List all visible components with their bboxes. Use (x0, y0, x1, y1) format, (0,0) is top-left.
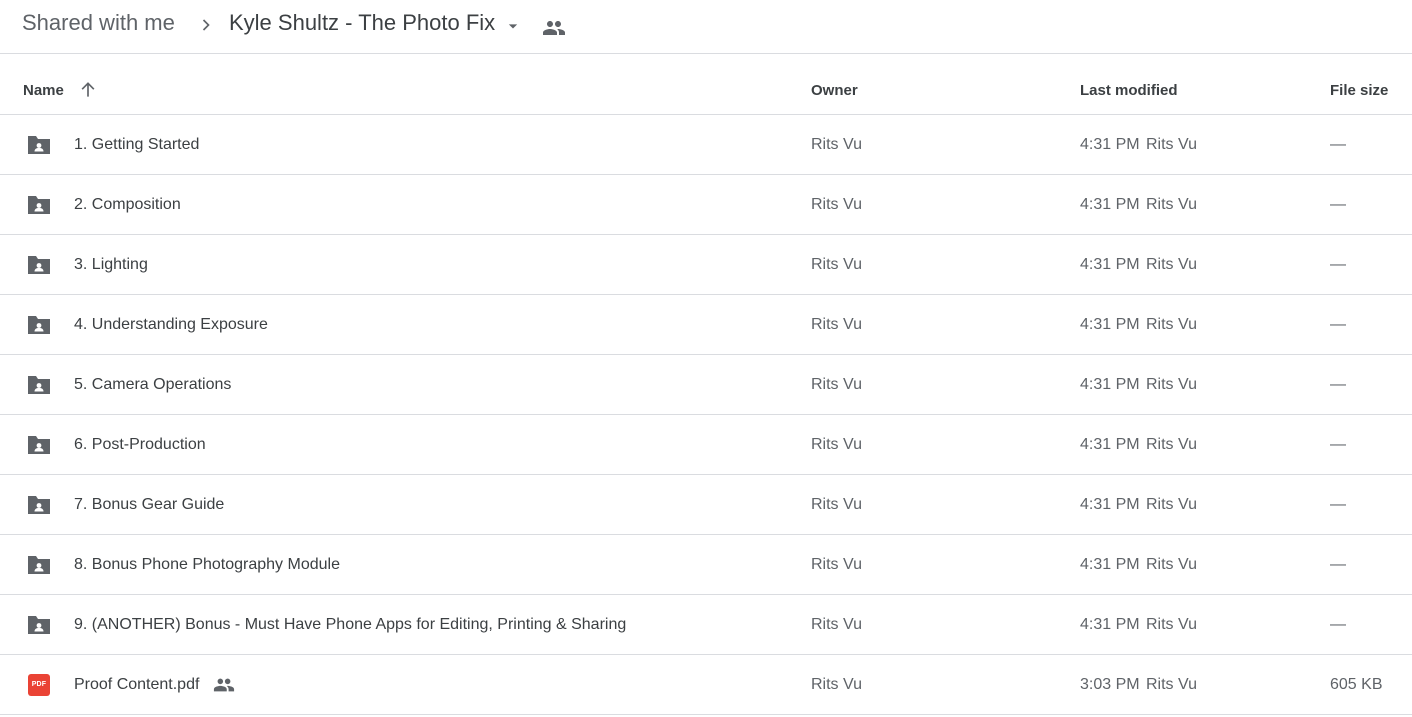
file-name[interactable]: Proof Content.pdf (74, 676, 199, 694)
shared-folder-icon (28, 556, 50, 574)
file-row[interactable]: 4. Understanding Exposure Rits Vu 4:31 P… (0, 295, 1412, 355)
file-owner: Rits Vu (811, 256, 862, 273)
file-name[interactable]: 5. Camera Operations (74, 376, 231, 394)
file-row[interactable]: 2. Composition Rits Vu 4:31 PM Rits Vu — (0, 175, 1412, 235)
column-header-row: Name Owner Last modified File size (0, 55, 1412, 115)
file-modified-by: Rits Vu (1146, 496, 1197, 513)
sort-ascending-arrow-icon[interactable] (78, 80, 98, 100)
chevron-right-icon (202, 19, 210, 31)
file-row[interactable]: 1. Getting Started Rits Vu 4:31 PM Rits … (0, 115, 1412, 175)
file-size: — (1330, 196, 1346, 213)
file-size: — (1330, 256, 1346, 273)
file-owner: Rits Vu (811, 616, 862, 633)
file-size: — (1330, 556, 1346, 573)
column-header-owner: Owner (811, 82, 858, 99)
pdf-icon: PDF (28, 674, 50, 696)
file-size: — (1330, 376, 1346, 393)
file-size: — (1330, 616, 1346, 633)
file-row[interactable]: 8. Bonus Phone Photography Module Rits V… (0, 535, 1412, 595)
file-name[interactable]: 2. Composition (74, 196, 181, 214)
file-row[interactable]: 5. Camera Operations Rits Vu 4:31 PM Rit… (0, 355, 1412, 415)
file-modified-time: 4:31 PM (1080, 376, 1140, 393)
file-owner: Rits Vu (811, 136, 862, 153)
file-row[interactable]: 6. Post-Production Rits Vu 4:31 PM Rits … (0, 415, 1412, 475)
file-list: 1. Getting Started Rits Vu 4:31 PM Rits … (0, 115, 1412, 715)
file-modified-time: 4:31 PM (1080, 436, 1140, 453)
file-name[interactable]: 8. Bonus Phone Photography Module (74, 556, 340, 574)
file-modified-by: Rits Vu (1146, 376, 1197, 393)
file-name[interactable]: 4. Understanding Exposure (74, 316, 268, 334)
file-name[interactable]: 7. Bonus Gear Guide (74, 496, 224, 514)
file-modified-by: Rits Vu (1146, 136, 1197, 153)
shared-folder-icon (28, 436, 50, 454)
file-modified-by: Rits Vu (1146, 196, 1197, 213)
file-modified-time: 4:31 PM (1080, 316, 1140, 333)
breadcrumb-shared-with-me[interactable]: Shared with me (22, 10, 175, 36)
breadcrumb: Shared with me Kyle Shultz - The Photo F… (0, 0, 1412, 54)
shared-folder-icon (28, 496, 50, 514)
file-modified-time: 4:31 PM (1080, 136, 1140, 153)
file-name[interactable]: 3. Lighting (74, 256, 148, 274)
caret-down-icon[interactable] (503, 16, 523, 36)
shared-folder-icon (28, 136, 50, 154)
file-size: — (1330, 436, 1346, 453)
breadcrumb-current-folder[interactable]: Kyle Shultz - The Photo Fix (229, 10, 495, 36)
file-row[interactable]: 7. Bonus Gear Guide Rits Vu 4:31 PM Rits… (0, 475, 1412, 535)
file-modified-time: 4:31 PM (1080, 256, 1140, 273)
file-modified-by: Rits Vu (1146, 556, 1197, 573)
file-row[interactable]: PDF Proof Content.pdf Rits Vu 3:03 PM Ri… (0, 655, 1412, 715)
file-modified-time: 4:31 PM (1080, 496, 1140, 513)
file-owner: Rits Vu (811, 676, 862, 693)
people-icon (543, 21, 565, 35)
file-modified-by: Rits Vu (1146, 676, 1197, 693)
file-size: — (1330, 136, 1346, 153)
file-owner: Rits Vu (811, 376, 862, 393)
file-modified-time: 4:31 PM (1080, 556, 1140, 573)
file-size: — (1330, 316, 1346, 333)
file-name[interactable]: 6. Post-Production (74, 436, 206, 454)
shared-folder-icon (28, 196, 50, 214)
column-header-name[interactable]: Name (23, 82, 64, 99)
file-owner: Rits Vu (811, 496, 862, 513)
shared-folder-icon (28, 616, 50, 634)
file-modified-by: Rits Vu (1146, 436, 1197, 453)
file-owner: Rits Vu (811, 556, 862, 573)
people-icon (213, 678, 235, 692)
file-modified-by: Rits Vu (1146, 256, 1197, 273)
file-row[interactable]: 3. Lighting Rits Vu 4:31 PM Rits Vu — (0, 235, 1412, 295)
file-modified-by: Rits Vu (1146, 316, 1197, 333)
file-modified-time: 3:03 PM (1080, 676, 1140, 693)
file-modified-time: 4:31 PM (1080, 196, 1140, 213)
file-modified-by: Rits Vu (1146, 616, 1197, 633)
file-name[interactable]: 1. Getting Started (74, 136, 199, 154)
file-owner: Rits Vu (811, 316, 862, 333)
file-row[interactable]: 9. (ANOTHER) Bonus - Must Have Phone App… (0, 595, 1412, 655)
column-header-last-modified[interactable]: Last modified (1080, 82, 1178, 99)
file-size: 605 KB (1330, 676, 1383, 693)
column-header-file-size: File size (1330, 82, 1389, 99)
file-size: — (1330, 496, 1346, 513)
file-modified-time: 4:31 PM (1080, 616, 1140, 633)
file-name[interactable]: 9. (ANOTHER) Bonus - Must Have Phone App… (74, 616, 626, 634)
file-owner: Rits Vu (811, 196, 862, 213)
shared-folder-icon (28, 376, 50, 394)
shared-folder-icon (28, 256, 50, 274)
shared-folder-icon (28, 316, 50, 334)
file-owner: Rits Vu (811, 436, 862, 453)
